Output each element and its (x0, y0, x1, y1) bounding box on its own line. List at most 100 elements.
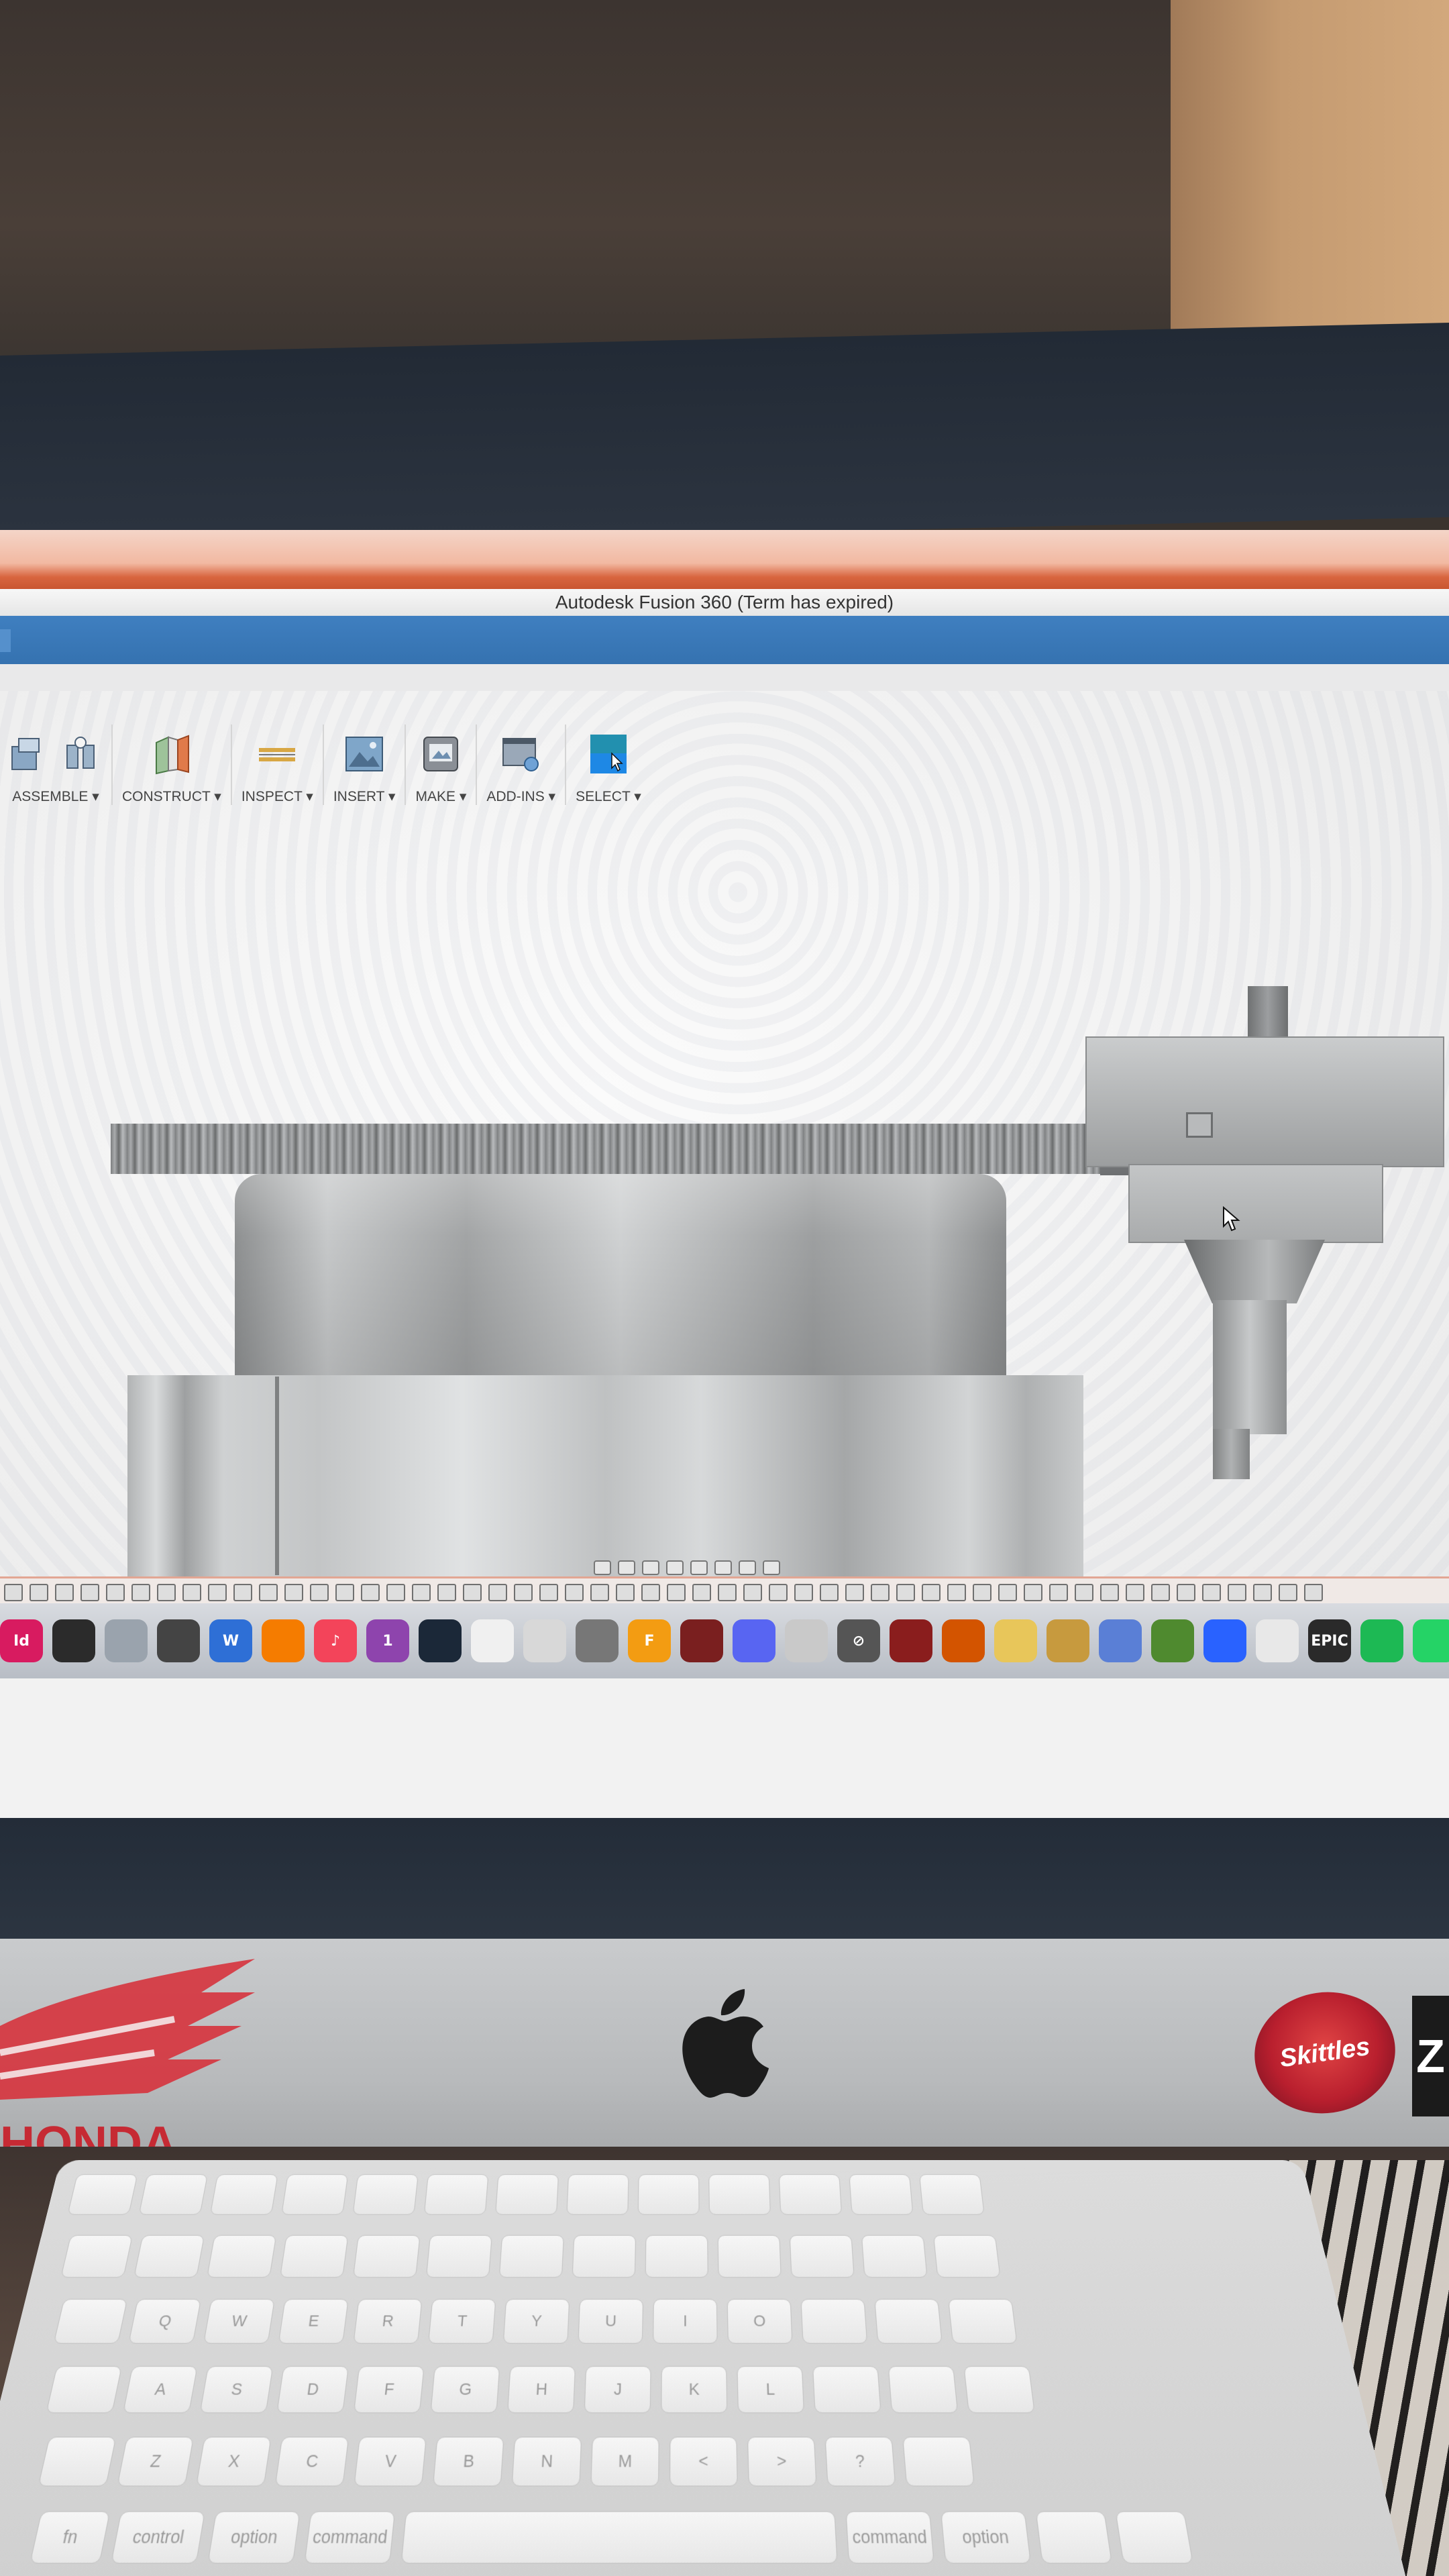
timeline-feature-icon[interactable] (718, 1583, 737, 1601)
spotify-app-icon[interactable] (1360, 1619, 1403, 1662)
keyboard-key[interactable]: B (432, 2436, 504, 2487)
keyboard-key[interactable]: A (122, 2365, 198, 2414)
keyboard-key[interactable] (1035, 2511, 1113, 2564)
camera-app-icon[interactable] (576, 1619, 619, 1662)
keyboard-key[interactable]: Y (502, 2298, 570, 2344)
timeline-feature-icon[interactable] (1049, 1583, 1068, 1601)
keyboard-key[interactable] (708, 2174, 771, 2215)
keyboard-key[interactable]: ? (824, 2436, 896, 2487)
zoom-icon[interactable] (666, 1560, 684, 1575)
pen-app-icon[interactable] (52, 1619, 95, 1662)
keyboard-key[interactable] (67, 2174, 138, 2215)
timeline-feature-icon[interactable] (233, 1583, 252, 1601)
fit-icon[interactable] (690, 1560, 708, 1575)
window-title-bar[interactable]: Autodesk Fusion 360 (Term has expired) (0, 589, 1449, 616)
construct-menu[interactable]: CONSTRUCT ▾ (113, 724, 232, 805)
3d-print-icon[interactable] (420, 733, 462, 775)
rar-app-icon[interactable] (890, 1619, 932, 1662)
whatsapp-app-icon[interactable] (1413, 1619, 1449, 1662)
vmware-app-icon[interactable] (785, 1619, 828, 1662)
discord-app-icon[interactable] (733, 1619, 775, 1662)
keyboard-key[interactable] (717, 2235, 782, 2278)
fan-app-icon[interactable] (1203, 1619, 1246, 1662)
measure-icon[interactable] (256, 733, 298, 775)
keyboard-key[interactable]: C (274, 2436, 350, 2487)
keyboard-key[interactable] (812, 2365, 881, 2414)
viewports-icon[interactable] (763, 1560, 780, 1575)
offset-plane-icon[interactable] (151, 733, 193, 775)
keyboard-key[interactable]: W (203, 2298, 275, 2344)
keyboard-key[interactable] (572, 2235, 637, 2278)
grid-settings-icon[interactable] (739, 1560, 756, 1575)
pages-app-icon[interactable] (1256, 1619, 1299, 1662)
finder-ghost-app-icon[interactable] (523, 1619, 566, 1662)
timeline-feature-icon[interactable] (157, 1583, 176, 1601)
timeline-feature-icon[interactable] (488, 1583, 507, 1601)
timeline-feature-icon[interactable] (55, 1583, 74, 1601)
timeline-feature-icon[interactable] (335, 1583, 354, 1601)
timeline-feature-icon[interactable] (182, 1583, 201, 1601)
gear-rack[interactable] (111, 1124, 1211, 1174)
keyboard-key[interactable] (279, 2235, 349, 2278)
timeline-feature-icon[interactable] (1126, 1583, 1144, 1601)
keyboard-key[interactable]: H (506, 2365, 576, 2414)
music-app-icon[interactable]: ♪ (314, 1619, 357, 1662)
books-app-icon[interactable] (262, 1619, 305, 1662)
timeline-feature-icon[interactable] (310, 1583, 329, 1601)
timeline-feature-icon[interactable] (4, 1583, 23, 1601)
timeline-feature-icon[interactable] (998, 1583, 1017, 1601)
keyboard-key[interactable]: S (199, 2365, 274, 2414)
minecraft-app-icon[interactable] (1151, 1619, 1194, 1662)
one-app-icon[interactable]: 1 (366, 1619, 409, 1662)
timeline-feature-icon[interactable] (1151, 1583, 1170, 1601)
keyboard-key[interactable]: D (276, 2365, 350, 2414)
keyboard-key[interactable] (209, 2174, 278, 2215)
timeline-feature-icon[interactable] (1100, 1583, 1119, 1601)
keyboard-key[interactable]: T (427, 2298, 496, 2344)
timeline-feature-icon[interactable] (80, 1583, 99, 1601)
keyboard-key[interactable] (495, 2174, 559, 2215)
fusion-app-icon[interactable]: F (628, 1619, 671, 1662)
timeline-feature-icon[interactable] (769, 1583, 788, 1601)
keyboard-key[interactable] (933, 2235, 1001, 2278)
keyboard-key[interactable] (778, 2174, 843, 2215)
timeline-feature-icon[interactable] (973, 1583, 991, 1601)
keyboard-key[interactable]: > (747, 2436, 817, 2487)
keyboard-key[interactable]: F (353, 2365, 425, 2414)
timeline-feature-icon[interactable] (463, 1583, 482, 1601)
crown-app-icon[interactable] (1046, 1619, 1089, 1662)
word-app-icon[interactable]: W (209, 1619, 252, 1662)
timeline-feature-icon[interactable] (590, 1583, 609, 1601)
timeline-feature-icon[interactable] (565, 1583, 584, 1601)
keyboard-key[interactable] (400, 2511, 838, 2564)
timeline-feature-icon[interactable] (539, 1583, 558, 1601)
keyboard-key[interactable] (352, 2174, 419, 2215)
shaft-tip[interactable] (1213, 1429, 1250, 1479)
keyboard-key[interactable]: I (653, 2298, 718, 2344)
keyboard-key[interactable] (645, 2235, 708, 2278)
timeline-feature-icon[interactable] (692, 1583, 711, 1601)
timeline-feature-icon[interactable] (896, 1583, 915, 1601)
motor-block[interactable] (1085, 1036, 1444, 1167)
inspect-menu[interactable]: INSPECT ▾ (232, 724, 324, 805)
timeline-feature-icon[interactable] (1177, 1583, 1195, 1601)
keyboard-key[interactable]: option (207, 2511, 301, 2564)
assemble-menu[interactable]: ASSEMBLE ▾ (0, 724, 113, 805)
tools-app-icon[interactable] (942, 1619, 985, 1662)
timeline-feature-icon[interactable] (208, 1583, 227, 1601)
pan-icon[interactable] (642, 1560, 659, 1575)
keyboard-key[interactable]: E (278, 2298, 349, 2344)
timeline-feature-icon[interactable] (131, 1583, 150, 1601)
winrar-app-icon[interactable] (680, 1619, 723, 1662)
keyboard-key[interactable] (425, 2235, 492, 2278)
keyboard-key[interactable] (352, 2235, 421, 2278)
3d-viewport[interactable] (0, 691, 1449, 1670)
joint-icon[interactable] (60, 733, 102, 775)
keyboard-key[interactable] (919, 2174, 985, 2215)
timeline-feature-icon[interactable] (794, 1583, 813, 1601)
keyboard-key[interactable] (888, 2365, 959, 2414)
launchpad-app-icon[interactable] (105, 1619, 148, 1662)
timeline-feature-icon[interactable] (845, 1583, 864, 1601)
keyboard-key[interactable] (60, 2235, 133, 2278)
timeline-feature-icon[interactable] (641, 1583, 660, 1601)
